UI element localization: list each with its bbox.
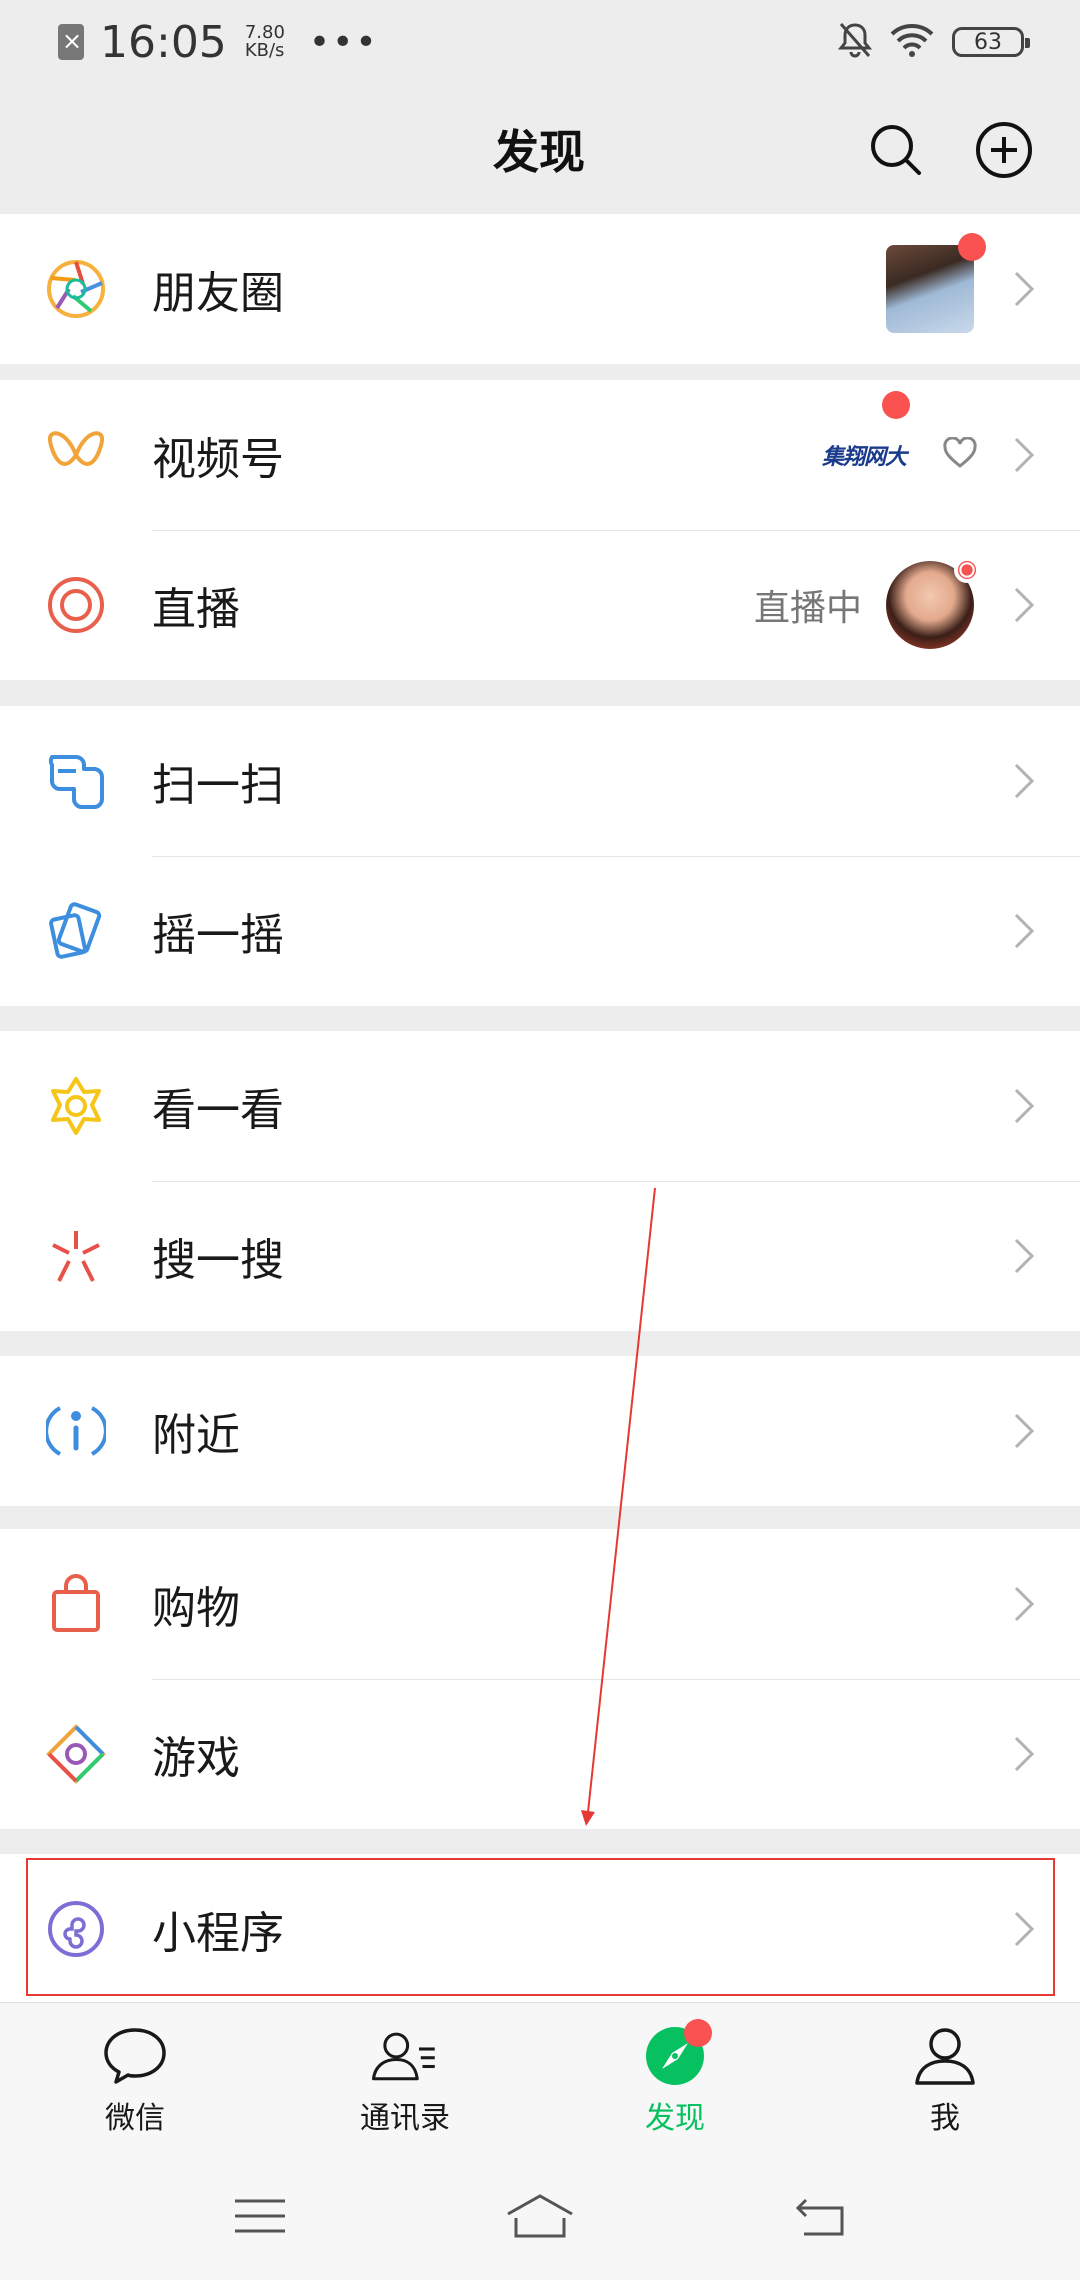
bell-muted-icon xyxy=(837,21,873,63)
group-mini-programs: 小程序 xyxy=(0,1854,1080,2004)
shopping-bag-icon xyxy=(40,1568,112,1640)
group-nearby: 附近 xyxy=(0,1356,1080,1506)
status-time: 16:05 xyxy=(100,16,227,68)
chevron-right-icon xyxy=(1010,1584,1038,1624)
wifi-icon xyxy=(890,23,934,61)
battery-level: 63 xyxy=(974,29,1002,55)
top-bar: 发现 xyxy=(0,84,1080,214)
plus-circle-icon xyxy=(976,122,1032,178)
row-nearby[interactable]: 附近 xyxy=(0,1356,1080,1506)
scan-icon xyxy=(40,745,112,817)
moments-aperture-icon xyxy=(40,253,112,325)
row-search-label: 搜一搜 xyxy=(152,1235,284,1286)
live-broadcast-icon xyxy=(40,569,112,641)
discover-new-badge xyxy=(684,2019,712,2047)
more-notifications-icon: ••• xyxy=(308,21,379,63)
home-nav-button[interactable] xyxy=(500,2186,580,2246)
row-shopping-label: 购物 xyxy=(152,1583,240,1634)
status-bar: 16:05 7.80 KB/s ••• 63 xyxy=(0,0,1080,84)
group-scan-shake: 扫一扫 摇一摇 xyxy=(0,706,1080,1006)
menu-lines-icon xyxy=(235,2199,285,2233)
row-moments-label: 朋友圈 xyxy=(152,268,284,319)
row-live-label: 直播 xyxy=(152,584,240,635)
group-shopping-games: 购物 游戏 xyxy=(0,1529,1080,1829)
row-search[interactable]: 搜一搜 xyxy=(0,1181,1080,1331)
menu-nav-button[interactable] xyxy=(220,2186,300,2246)
no-sim-icon xyxy=(58,24,84,60)
group-moments: 朋友圈 xyxy=(0,214,1080,364)
battery-indicator: 63 xyxy=(952,27,1030,57)
row-top-stories[interactable]: 看一看 xyxy=(0,1031,1080,1181)
row-mini-programs[interactable]: 小程序 xyxy=(0,1854,1080,2004)
row-shopping[interactable]: 购物 xyxy=(0,1529,1080,1679)
tab-chats[interactable]: 微信 xyxy=(0,2003,270,2152)
compass-icon xyxy=(640,2019,712,2087)
row-games[interactable]: 游戏 xyxy=(0,1679,1080,1829)
tab-contacts[interactable]: 通讯录 xyxy=(270,2003,540,2152)
live-indicator xyxy=(954,557,980,583)
page-title: 发现 xyxy=(493,125,585,179)
row-nearby-label: 附近 xyxy=(152,1410,240,1461)
row-shake[interactable]: 摇一摇 xyxy=(0,856,1080,1006)
search-icon xyxy=(871,125,921,175)
row-live[interactable]: 直播 直播中 xyxy=(0,530,1080,680)
mini-program-icon xyxy=(40,1893,112,1965)
channels-new-badge xyxy=(881,391,910,419)
chevron-right-icon xyxy=(1010,761,1038,801)
chevron-right-icon xyxy=(1010,1086,1038,1126)
back-nav-button[interactable] xyxy=(780,2186,860,2246)
row-channels[interactable]: 视频号 集翔网大 xyxy=(0,380,1080,530)
home-icon xyxy=(507,2194,573,2238)
chevron-right-icon xyxy=(1010,1909,1038,1949)
chat-bubble-icon xyxy=(100,2025,170,2087)
tab-me[interactable]: 我 xyxy=(810,2003,1080,2152)
moments-latest-thumbnail xyxy=(886,233,986,333)
contacts-icon xyxy=(370,2025,440,2087)
live-host-avatar xyxy=(886,557,980,649)
network-speed: 7.80 KB/s xyxy=(245,24,285,60)
person-icon xyxy=(910,2025,980,2087)
top-stories-star-icon xyxy=(40,1070,112,1142)
chevron-right-icon xyxy=(1010,585,1038,625)
shake-phone-icon xyxy=(40,895,112,967)
row-moments[interactable]: 朋友圈 xyxy=(0,214,1080,364)
tab-chats-label: 微信 xyxy=(105,2101,165,2136)
chevron-right-icon xyxy=(1010,1734,1038,1774)
row-mini-programs-label: 小程序 xyxy=(152,1908,284,1959)
heart-icon xyxy=(942,436,978,473)
row-scan[interactable]: 扫一扫 xyxy=(0,706,1080,856)
channels-butterfly-icon xyxy=(40,419,112,491)
group-channels-live: 视频号 集翔网大 直播 直播中 xyxy=(0,380,1080,680)
network-speed-unit: KB/s xyxy=(244,40,285,61)
row-shake-label: 摇一摇 xyxy=(152,910,284,961)
tab-discover[interactable]: 发现 xyxy=(540,2003,810,2152)
tab-contacts-label: 通讯录 xyxy=(360,2101,450,2136)
back-arrow-icon xyxy=(795,2198,844,2236)
chevron-right-icon xyxy=(1010,1411,1038,1451)
search-button[interactable] xyxy=(864,118,928,182)
nearby-person-icon xyxy=(40,1395,112,1467)
moments-new-badge xyxy=(958,233,986,261)
chevron-right-icon xyxy=(1010,269,1038,309)
system-nav-bar xyxy=(0,2152,1080,2280)
bottom-tab-bar: 微信 通讯录 发现 我 xyxy=(0,2002,1080,2152)
chevron-right-icon xyxy=(1010,911,1038,951)
games-diamond-icon xyxy=(40,1718,112,1790)
chevron-right-icon xyxy=(1010,1236,1038,1276)
row-top-stories-label: 看一看 xyxy=(152,1085,284,1136)
search-sparkle-icon xyxy=(40,1220,112,1292)
chevron-right-icon xyxy=(1010,435,1038,475)
tab-discover-label: 发现 xyxy=(645,2101,705,2136)
row-scan-label: 扫一扫 xyxy=(152,760,284,811)
tab-me-label: 我 xyxy=(930,2101,960,2136)
live-status-text: 直播中 xyxy=(753,588,862,629)
row-channels-label: 视频号 xyxy=(152,434,284,485)
row-games-label: 游戏 xyxy=(152,1733,240,1784)
channels-brand-logo: 集翔网大 xyxy=(821,445,907,470)
add-button[interactable] xyxy=(972,118,1036,182)
group-stories-search: 看一看 搜一搜 xyxy=(0,1031,1080,1331)
